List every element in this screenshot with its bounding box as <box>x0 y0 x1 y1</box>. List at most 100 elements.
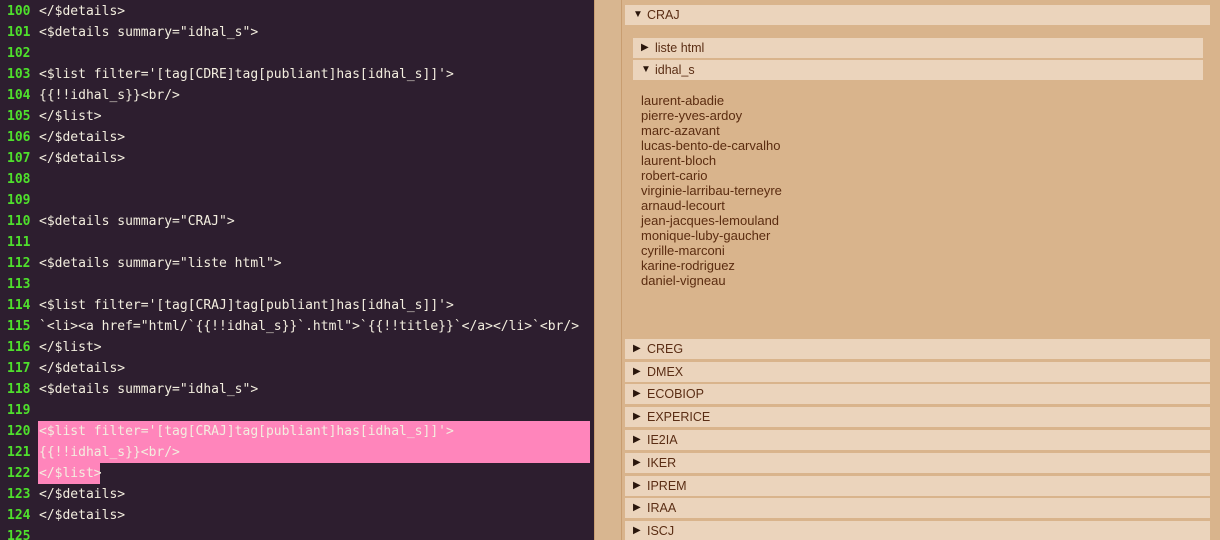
code-text[interactable]: </$details> <box>39 149 125 168</box>
code-line[interactable]: 100 </$details> <box>0 1 594 22</box>
code-text[interactable]: <$list filter='[tag[CRAJ]tag[publiant]ha… <box>39 422 454 441</box>
caret-right-icon: ▶ <box>633 388 641 399</box>
code-line[interactable]: 118 <$details summary="idhal_s"> <box>0 379 594 400</box>
line-number: 106 <box>7 130 31 145</box>
line-number: 110 <box>7 214 31 229</box>
caret-right-icon: ▶ <box>641 42 649 53</box>
line-number: 108 <box>7 172 31 187</box>
caret-right-icon: ▶ <box>633 525 641 536</box>
pane-splitter[interactable] <box>594 0 622 540</box>
code-text[interactable]: {{!!idhal_s}}<br/> <box>39 443 180 462</box>
summary-label: liste html <box>655 41 705 55</box>
line-number: 112 <box>7 256 31 271</box>
code-line[interactable]: 125 <box>0 526 594 540</box>
code-line[interactable]: 112 <$details summary="liste html"> <box>0 253 594 274</box>
list-item: laurent-abadie <box>641 93 725 108</box>
code-text[interactable]: </$details> <box>39 128 125 147</box>
summary-label: CRAJ <box>647 8 680 22</box>
list-item: cyrille-marconi <box>641 243 725 258</box>
details-summary-idhal-s[interactable]: ▼ idhal_s <box>633 60 1203 80</box>
code-editor[interactable]: 100 </$details> 101 <$details summary="idh… <box>0 0 594 540</box>
code-line[interactable]: 109 <box>0 190 594 211</box>
line-number: 100 <box>7 4 31 19</box>
details-summary-liste-html[interactable]: ▶ liste html <box>633 38 1203 58</box>
code-text[interactable]: <$details summary="idhal_s"> <box>39 380 258 399</box>
line-number: 123 <box>7 487 31 502</box>
code-line[interactable]: 113 <box>0 274 594 295</box>
line-number: 101 <box>7 25 31 40</box>
code-line[interactable]: 120 <$list filter='[tag[CRAJ]tag[publiant… <box>0 421 594 442</box>
line-number: 125 <box>7 529 31 540</box>
code-text[interactable]: <$details summary="idhal_s"> <box>39 23 258 42</box>
code-text[interactable]: <$list filter='[tag[CDRE]tag[publiant]ha… <box>39 65 454 84</box>
code-text[interactable]: </$list> <box>39 464 102 483</box>
line-number: 114 <box>7 298 31 313</box>
code-text[interactable]: </$details> <box>39 485 125 504</box>
code-text[interactable]: </$list> <box>39 338 102 357</box>
summary-label: EXPERICE <box>647 410 711 424</box>
line-number: 118 <box>7 382 31 397</box>
code-line[interactable]: 116 </$list> <box>0 337 594 358</box>
list-item: jean-jacques-lemouland <box>641 213 780 228</box>
list-item: lucas-bento-de-carvalho <box>641 138 781 153</box>
list-item: virginie-larribau-terneyre <box>641 183 782 198</box>
code-line[interactable]: 104 {{!!idhal_s}}<br/> <box>0 85 594 106</box>
details-summary-iker[interactable]: ▶ IKER <box>625 453 1210 473</box>
code-text[interactable]: <$list filter='[tag[CRAJ]tag[publiant]ha… <box>39 296 454 315</box>
code-line[interactable]: 124 </$details> <box>0 505 594 526</box>
code-text[interactable]: `<li><a href="html/`{{!!idhal_s}}`.html"… <box>39 317 579 336</box>
code-line[interactable]: 111 <box>0 232 594 253</box>
code-line[interactable]: 108 <box>0 169 594 190</box>
details-summary-creg[interactable]: ▶ CREG <box>625 339 1210 359</box>
code-text[interactable]: {{!!idhal_s}}<br/> <box>39 86 180 105</box>
caret-down-icon: ▼ <box>633 9 643 20</box>
details-summary-iscj[interactable]: ▶ ISCJ <box>625 521 1210 540</box>
caret-right-icon: ▶ <box>633 480 641 491</box>
code-line[interactable]: 106 </$details> <box>0 127 594 148</box>
details-summary-ie2ia[interactable]: ▶ IE2IA <box>625 430 1210 450</box>
summary-label: IKER <box>647 456 677 470</box>
line-number: 104 <box>7 88 31 103</box>
code-line[interactable]: 121 {{!!idhal_s}}<br/> <box>0 442 594 463</box>
code-line[interactable]: 101 <$details summary="idhal_s"> <box>0 22 594 43</box>
list-item: karine-rodriguez <box>641 258 735 273</box>
code-text[interactable]: </$details> <box>39 506 125 525</box>
line-number: 113 <box>7 277 31 292</box>
code-line[interactable]: 102 <box>0 43 594 64</box>
line-number: 117 <box>7 361 31 376</box>
line-number: 103 <box>7 67 31 82</box>
code-line[interactable]: 103 <$list filter='[tag[CDRE]tag[publiant… <box>0 64 594 85</box>
details-summary-iprem[interactable]: ▶ IPREM <box>625 476 1210 496</box>
list-item: arnaud-lecourt <box>641 198 725 213</box>
code-text[interactable]: <$details summary="CRAJ"> <box>39 212 235 231</box>
list-item: daniel-vigneau <box>641 273 726 288</box>
list-item: laurent-bloch <box>641 153 717 168</box>
details-summary-dmex[interactable]: ▶ DMEX <box>625 362 1210 382</box>
code-line[interactable]: 123 </$details> <box>0 484 594 505</box>
details-summary-experice[interactable]: ▶ EXPERICE <box>625 407 1210 427</box>
code-text[interactable]: <$details summary="liste html"> <box>39 254 282 273</box>
code-text[interactable]: </$details> <box>39 359 125 378</box>
code-line[interactable]: 114 <$list filter='[tag[CRAJ]tag[publiant… <box>0 295 594 316</box>
summary-label: IPREM <box>647 479 687 493</box>
code-line[interactable]: 110 <$details summary="CRAJ"> <box>0 211 594 232</box>
line-number: 115 <box>7 319 31 334</box>
code-line[interactable]: 105 </$list> <box>0 106 594 127</box>
details-summary-ecobiop[interactable]: ▶ ECOBIOP <box>625 384 1210 404</box>
code-line[interactable]: 107 </$details> <box>0 148 594 169</box>
code-line[interactable]: 119 <box>0 400 594 421</box>
line-number: 109 <box>7 193 31 208</box>
details-summary-iraa[interactable]: ▶ IRAA <box>625 498 1210 518</box>
code-line[interactable]: 115 `<li><a href="html/`{{!!idhal_s}}`.ht… <box>0 316 594 337</box>
code-line[interactable]: 117 </$details> <box>0 358 594 379</box>
code-line[interactable]: 122 </$list> <box>0 463 594 484</box>
code-text[interactable]: </$list> <box>39 107 102 126</box>
code-text[interactable]: </$details> <box>39 2 125 21</box>
summary-label: ISCJ <box>647 524 675 538</box>
line-number: 107 <box>7 151 31 166</box>
line-number: 119 <box>7 403 31 418</box>
summary-label: CREG <box>647 342 684 356</box>
details-summary-craj[interactable]: ▼ CRAJ <box>625 5 1210 25</box>
list-item: monique-luby-gaucher <box>641 228 771 243</box>
summary-label: IRAA <box>647 501 677 515</box>
